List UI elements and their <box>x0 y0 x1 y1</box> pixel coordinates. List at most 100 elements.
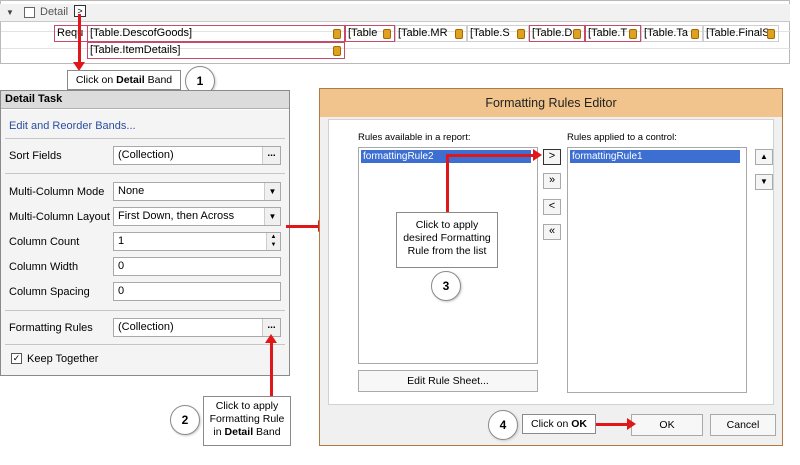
callout-text: in <box>213 426 225 438</box>
dialog-title: Formatting Rules Editor <box>320 89 782 117</box>
divider <box>5 138 285 139</box>
database-icon <box>691 29 699 39</box>
divider <box>5 344 285 345</box>
table-cell[interactable]: [Table.D <box>529 25 585 42</box>
cell-text: [Table <box>348 27 378 39</box>
callout-text: Formatting Rule <box>209 413 285 425</box>
cell-text: [Table.DescofGoods] <box>90 27 193 39</box>
callout-text-line: in Detail Band <box>204 426 290 439</box>
edit-reorder-bands-link[interactable]: Edit and Reorder Bands... <box>9 120 136 132</box>
callout-text: Click to apply <box>415 219 479 231</box>
callout-arrow <box>270 342 273 396</box>
callout-text: Band <box>253 426 281 438</box>
move-down-button[interactable]: ▼ <box>755 174 773 190</box>
field-value: 0 <box>118 285 125 297</box>
formatting-rules-field[interactable]: (Collection) ... <box>113 318 281 337</box>
detail-band-header[interactable]: ▼ Detail > <box>0 4 790 22</box>
table-cell[interactable]: [Table.DescofGoods] <box>87 25 345 42</box>
multi-column-layout-label: Multi-Column Layout <box>9 211 110 223</box>
callout-click-ok: Click on OK <box>522 414 596 434</box>
table-cell[interactable]: [Table.T <box>585 25 641 42</box>
column-count-spinner[interactable]: 1 ▲ ▼ <box>113 232 281 251</box>
field-value: None <box>118 185 145 197</box>
chevron-down-icon[interactable]: ▼ <box>264 208 280 225</box>
field-value: (Collection) <box>118 149 174 161</box>
band-title: Detail <box>40 6 69 18</box>
cell-text: [Table.FinalS <box>706 27 770 39</box>
panel-title: Detail Task <box>1 91 289 109</box>
add-rule-button[interactable]: > <box>543 149 561 165</box>
callout-arrow <box>596 423 628 426</box>
cell-text: [Table.D <box>532 27 573 39</box>
column-count-label: Column Count <box>9 236 80 248</box>
panel-body: Edit and Reorder Bands... Sort Fields (C… <box>1 110 289 375</box>
cancel-button[interactable]: Cancel <box>710 414 776 436</box>
column-spacing-label: Column Spacing <box>9 286 90 298</box>
step-number-4: 4 <box>488 410 518 440</box>
database-icon <box>333 29 341 39</box>
callout-text: Click on <box>75 74 117 86</box>
table-cell[interactable]: [Table.MR <box>395 25 467 42</box>
callout-text: Band <box>144 74 173 86</box>
collapse-arrow-icon[interactable]: ▼ <box>6 8 14 17</box>
applied-rules-label: Rules applied to a control: <box>567 132 677 143</box>
ok-button[interactable]: OK <box>631 414 703 436</box>
database-icon <box>629 29 637 39</box>
add-all-rules-button[interactable]: » <box>543 173 561 189</box>
table-cell[interactable]: [Table.S <box>467 25 529 42</box>
table-cell[interactable]: [Table.Ta <box>641 25 703 42</box>
database-icon <box>383 29 391 39</box>
list-item[interactable]: formattingRule1 <box>570 150 740 163</box>
field-value: 0 <box>118 260 125 272</box>
sort-fields-ellipsis-button[interactable]: ... <box>262 147 280 164</box>
remove-rule-button[interactable]: < <box>543 199 561 215</box>
database-icon <box>517 29 525 39</box>
spin-arrows-icon[interactable]: ▲ ▼ <box>266 233 280 250</box>
database-icon <box>573 29 581 39</box>
chevron-down-icon[interactable]: ▼ <box>264 183 280 200</box>
callout-bold-text: Detail <box>224 426 254 438</box>
detail-band-body[interactable]: Requ [Table.DescofGoods] [Table [Table.M… <box>0 22 790 62</box>
callout-apply-desired-rule: Click to apply desired Formatting Rule f… <box>396 212 498 268</box>
callout-arrow <box>446 154 534 157</box>
step-number-2: 2 <box>170 405 200 435</box>
callout-arrow <box>286 225 320 228</box>
table-cell[interactable]: Requ <box>54 25 88 42</box>
database-icon <box>455 29 463 39</box>
applied-rules-list[interactable]: formattingRule1 <box>567 147 747 393</box>
divider <box>5 310 285 311</box>
keep-together-checkbox[interactable]: ✓ <box>11 353 22 364</box>
table-cell[interactable]: [Table <box>345 25 395 42</box>
callout-text: Click on <box>530 418 572 430</box>
database-icon <box>767 29 775 39</box>
callout-text: Click to apply <box>215 400 279 412</box>
dialog-content: Rules available in a report: Rules appli… <box>328 119 774 405</box>
callout-text: Rule from the list <box>407 245 487 257</box>
table-cell[interactable]: [Table.ItemDetails] <box>87 42 345 59</box>
move-up-button[interactable]: ▲ <box>755 149 773 165</box>
sort-fields-field[interactable]: (Collection) ... <box>113 146 281 165</box>
callout-bold-text: OK <box>571 418 587 430</box>
field-value: 1 <box>118 235 125 247</box>
remove-all-rules-button[interactable]: « <box>543 224 561 240</box>
detail-task-panel: Detail Task Edit and Reorder Bands... So… <box>0 90 290 376</box>
formatting-rules-label: Formatting Rules <box>9 322 93 334</box>
formatting-rules-editor-dialog: Formatting Rules Editor Rules available … <box>319 88 783 446</box>
table-cell[interactable]: [Table.FinalS <box>703 25 779 42</box>
column-spacing-field[interactable]: 0 <box>113 282 281 301</box>
keep-together-label: Keep Together <box>27 353 99 365</box>
cell-text: [Table.S <box>470 27 510 39</box>
multi-column-layout-combo[interactable]: First Down, then Across ▼ <box>113 207 281 226</box>
cell-text: [Table.T <box>588 27 628 39</box>
multi-column-mode-label: Multi-Column Mode <box>9 186 105 198</box>
field-value: First Down, then Across <box>118 210 235 222</box>
column-width-label: Column Width <box>9 261 79 273</box>
column-width-field[interactable]: 0 <box>113 257 281 276</box>
cell-text: [Table.ItemDetails] <box>90 44 181 56</box>
callout-arrow <box>78 14 81 64</box>
edit-rule-sheet-button[interactable]: Edit Rule Sheet... <box>358 370 538 392</box>
multi-column-mode-combo[interactable]: None ▼ <box>113 182 281 201</box>
cell-text: [Table.Ta <box>644 27 689 39</box>
available-rules-label: Rules available in a report: <box>358 132 471 143</box>
database-icon <box>333 46 341 56</box>
